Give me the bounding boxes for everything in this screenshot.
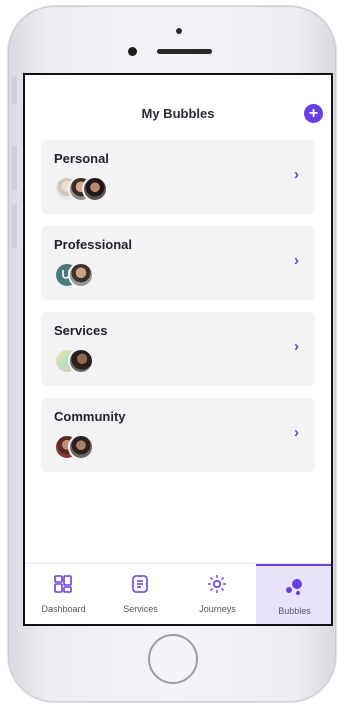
tab-bubbles[interactable]: Bubbles — [256, 564, 331, 624]
bubble-card-professional[interactable]: Professional › — [41, 226, 315, 300]
bubble-card-services[interactable]: Services › — [41, 312, 315, 386]
avatar — [68, 434, 94, 460]
tab-dashboard[interactable]: Dashboard — [25, 564, 102, 624]
avatar — [68, 262, 94, 288]
volume-down-button — [12, 204, 17, 248]
dashboard-icon — [54, 575, 72, 593]
add-bubble-button[interactable]: + — [304, 104, 323, 123]
tab-label: Dashboard — [41, 604, 86, 614]
chevron-right-icon: › — [294, 338, 299, 355]
tab-services[interactable]: Services — [102, 564, 179, 624]
bubble-label: Community — [54, 409, 126, 424]
journeys-icon — [208, 575, 226, 593]
bubble-card-personal[interactable]: Personal › — [41, 140, 315, 214]
chevron-right-icon: › — [294, 424, 299, 441]
app-screen: My Bubbles + Personal › Professional › S… — [23, 73, 333, 626]
page-title: My Bubbles — [141, 106, 215, 121]
tab-label: Journeys — [199, 604, 236, 614]
bubble-label: Services — [54, 323, 108, 338]
avatar — [68, 348, 94, 374]
home-button[interactable] — [148, 634, 198, 684]
avatar — [82, 176, 108, 202]
bubbles-icon — [286, 579, 302, 595]
tab-label: Bubbles — [278, 606, 311, 616]
header: My Bubbles + — [25, 75, 331, 145]
bubble-card-community[interactable]: Community › — [41, 398, 315, 472]
earpiece-speaker — [157, 49, 212, 54]
avatar-group — [54, 262, 134, 288]
tab-journeys[interactable]: Journeys — [179, 564, 256, 624]
volume-up-button — [12, 146, 17, 190]
avatar-group — [54, 176, 134, 202]
tab-label: Services — [123, 604, 158, 614]
services-icon — [132, 575, 148, 593]
avatar-group — [54, 348, 134, 374]
avatar-group — [54, 434, 134, 460]
bottom-tab-bar: Dashboard Services Journeys Bubbles — [25, 563, 331, 624]
bubble-label: Personal — [54, 151, 109, 166]
chevron-right-icon: › — [294, 252, 299, 269]
bubble-label: Professional — [54, 237, 133, 252]
front-camera — [128, 47, 137, 56]
chevron-right-icon: › — [294, 166, 299, 183]
mute-switch — [12, 76, 17, 104]
sensor-dot — [176, 28, 182, 34]
